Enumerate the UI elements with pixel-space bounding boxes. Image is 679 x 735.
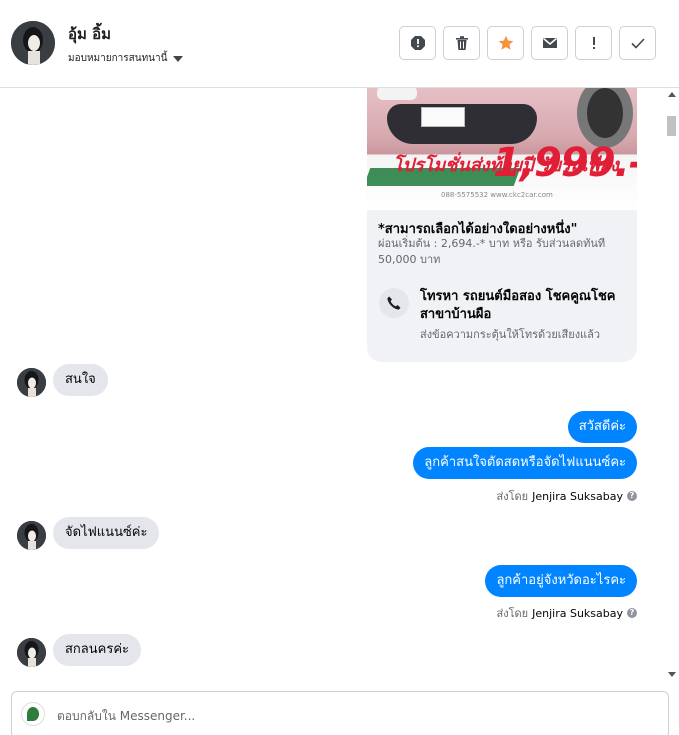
- spam-button[interactable]: [399, 26, 436, 60]
- spam-icon: [410, 36, 425, 50]
- message-thread[interactable]: โปรโมชั่นส่งท้ายปี รับรถเพียง 1,999.- 08…: [0, 88, 664, 681]
- check-icon: [630, 38, 645, 49]
- exclamation-icon: [592, 37, 595, 49]
- scrollbar[interactable]: [664, 88, 679, 681]
- contact-avatar-small[interactable]: [17, 521, 46, 550]
- sent-by-label: ส่งโดย Jenjira Suksabay ?: [497, 604, 637, 622]
- follow-up-button[interactable]: [487, 26, 524, 60]
- mark-important-button[interactable]: [575, 26, 612, 60]
- call-subtitle: ส่งข้อความกระตุ้นให้โทรด้วยเสียงแล้ว: [420, 328, 601, 341]
- envelope-icon: [542, 37, 557, 48]
- promo-footer: 088-5575532 www.ckc2car.com: [441, 191, 553, 199]
- mark-done-button[interactable]: [619, 26, 656, 60]
- sent-by-prefix: ส่งโดย: [496, 607, 529, 620]
- outgoing-message[interactable]: ลูกค้าสนใจตัดสดหรือจัดไฟแนนซ์คะ: [413, 447, 637, 479]
- scroll-thumb[interactable]: [667, 116, 676, 136]
- contact-avatar-small[interactable]: [17, 638, 46, 667]
- car-wheel: [577, 88, 633, 148]
- contact-avatar[interactable]: [11, 21, 55, 65]
- reply-input[interactable]: ตอบกลับใน Messenger...: [57, 707, 195, 726]
- outgoing-message[interactable]: ลูกค้าอยู่จังหวัดอะไรคะ: [485, 565, 637, 597]
- star-icon: [498, 35, 513, 50]
- assign-conversation-dropdown[interactable]: มอบหมายการสนทนานี้: [68, 51, 184, 66]
- help-icon[interactable]: ?: [627, 491, 637, 501]
- conversation-toolbar: [399, 26, 656, 60]
- help-icon[interactable]: ?: [627, 608, 637, 618]
- sent-by-prefix: ส่งโดย: [496, 490, 529, 503]
- car-plate: [421, 107, 465, 127]
- call-card[interactable]: โทรหา รถยนต์มือสอง โชคคูณโชค สาขาบ้านผือ…: [367, 276, 637, 349]
- sent-by-agent: Jenjira Suksabay: [532, 606, 623, 620]
- conversation-header: อุ้ม อิ้ม มอบหมายการสนทนานี้: [0, 0, 679, 88]
- call-title: โทรหา รถยนต์มือสอง โชคคูณโชค สาขาบ้านผือ: [420, 289, 616, 322]
- phone-icon: [379, 288, 409, 318]
- contact-avatar-small[interactable]: [17, 368, 46, 397]
- outgoing-message[interactable]: สวัสดีค่ะ: [567, 411, 637, 443]
- incoming-message[interactable]: สกลนครค่ะ: [53, 634, 142, 666]
- caret-down-icon: [173, 55, 184, 62]
- scroll-up-arrow-icon[interactable]: [668, 92, 676, 97]
- delete-button[interactable]: [443, 26, 480, 60]
- incoming-message[interactable]: จัดไฟแนนซ์ค่ะ: [53, 517, 160, 549]
- sent-by-agent: Jenjira Suksabay: [532, 489, 623, 503]
- page-logo-icon: [21, 702, 45, 726]
- scroll-down-arrow-icon[interactable]: [668, 672, 676, 677]
- trash-icon: [455, 36, 468, 50]
- mark-unread-button[interactable]: [531, 26, 568, 60]
- car-headlight: [377, 88, 417, 100]
- reply-box[interactable]: ตอบกลับใน Messenger...: [11, 691, 669, 735]
- sent-by-label: ส่งโดย Jenjira Suksabay ?: [497, 487, 637, 505]
- card-description: ผ่อนเริ่มต้น : 2,694.-* บาท หรือ รับส่วน…: [378, 237, 606, 266]
- promo-price: 1,999.-: [493, 140, 637, 186]
- incoming-message[interactable]: สนใจ: [53, 364, 108, 396]
- promo-image: โปรโมชั่นส่งท้ายปี รับรถเพียง 1,999.- 08…: [367, 88, 637, 210]
- contact-name[interactable]: อุ้ม อิ้ม: [68, 22, 111, 46]
- assign-label: มอบหมายการสนทนานี้: [68, 53, 168, 64]
